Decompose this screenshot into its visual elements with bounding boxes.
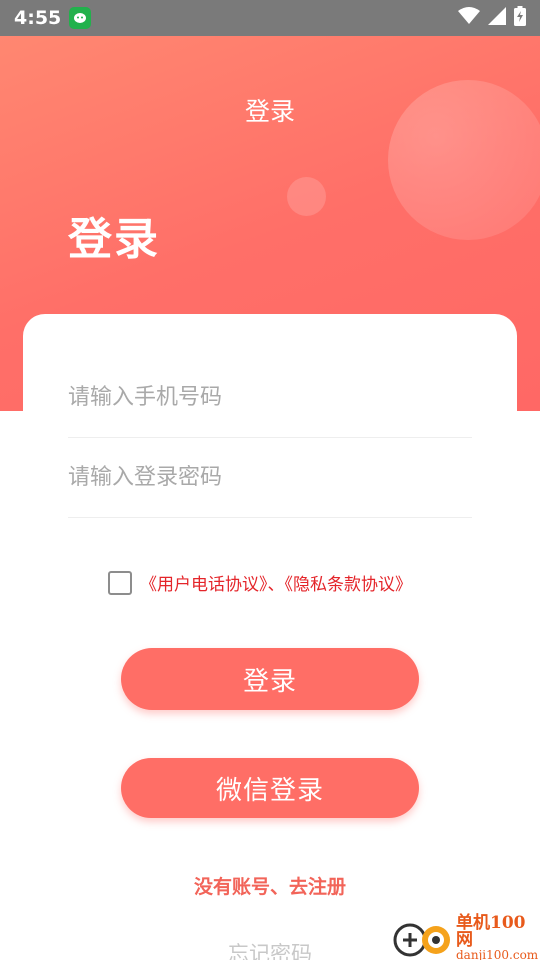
phone-field[interactable] — [68, 358, 472, 438]
phone-input[interactable] — [68, 385, 472, 410]
status-icons — [458, 6, 526, 30]
page-title: 登录 — [68, 214, 160, 265]
signal-icon — [488, 7, 506, 29]
status-bar: 4:55 — [0, 0, 540, 36]
wifi-icon — [458, 7, 480, 29]
watermark: 单机100网 danji100.com — [392, 915, 540, 960]
watermark-text: 单机100网 danji100.com — [456, 915, 540, 960]
battery-icon — [514, 6, 526, 30]
watermark-url: danji100.com — [456, 948, 539, 960]
wechat-notification-icon — [69, 7, 92, 29]
nav-title: 登录 — [244, 97, 295, 126]
login-button[interactable]: 登录 — [121, 648, 419, 710]
wechat-login-button[interactable]: 微信登录 — [121, 758, 419, 818]
agreement-checkbox[interactable] — [108, 570, 132, 595]
password-field[interactable] — [68, 438, 472, 518]
agreement-link[interactable]: 《用户电话协议》、《隐私条款协议》 — [140, 570, 412, 595]
watermark-name: 单机100网 — [456, 913, 526, 950]
register-link[interactable]: 没有账号、去注册 — [0, 872, 540, 899]
watermark-logo-icon — [392, 916, 452, 960]
decor-bubble-small — [287, 177, 326, 216]
status-time: 4:55 — [14, 7, 62, 29]
password-input[interactable] — [68, 465, 472, 490]
agreement-row: 《用户电话协议》、《隐私条款协议》 — [108, 570, 412, 595]
